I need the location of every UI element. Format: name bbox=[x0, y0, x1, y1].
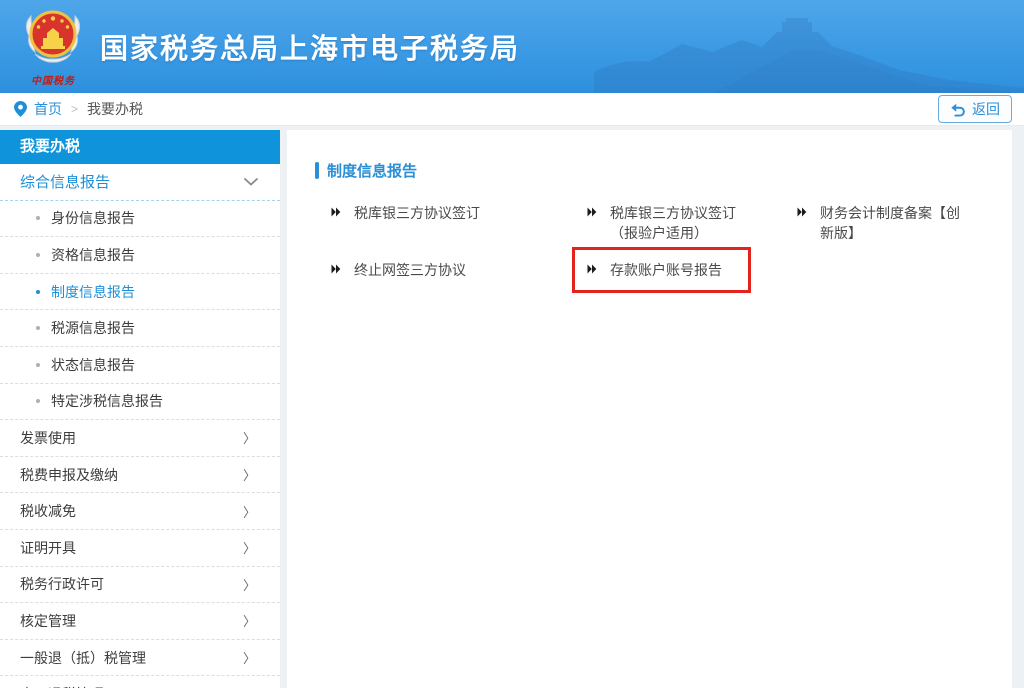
sidebar-title: 我要办税 bbox=[0, 130, 280, 164]
sidebar-item-specific-tax-info-report[interactable]: 特定涉税信息报告 bbox=[0, 384, 280, 421]
sidebar-item-system-info-report[interactable]: 制度信息报告 bbox=[0, 274, 280, 311]
great-wall-decoration bbox=[594, 0, 1024, 93]
sidebar-item-label: 税务行政许可 bbox=[20, 574, 104, 594]
logo-caption: 中国税务 bbox=[18, 72, 88, 87]
double-right-arrow-icon bbox=[331, 264, 341, 274]
double-right-arrow-icon bbox=[797, 207, 807, 217]
chevron-right-icon: 〉 bbox=[243, 538, 256, 557]
sidebar-item-label: 一般退（抵）税管理 bbox=[20, 648, 146, 668]
tax-bureau-logo: 中国税务 bbox=[18, 6, 88, 87]
return-arrow-icon bbox=[950, 102, 966, 117]
breadcrumb: 首页 > 我要办税 返回 bbox=[0, 93, 1024, 126]
sidebar-group-label: 综合信息报告 bbox=[20, 171, 110, 192]
site-title: 国家税务总局上海市电子税务局 bbox=[100, 27, 520, 67]
breadcrumb-home-link[interactable]: 首页 bbox=[34, 99, 62, 119]
breadcrumb-separator: > bbox=[71, 102, 78, 116]
content-link-tripartite-agreement-signing[interactable]: 税库银三方协议签订 bbox=[316, 190, 495, 236]
content-link-label: 财务会计制度备案【创新版】 bbox=[820, 203, 967, 243]
sidebar-item-tax-source-info-report[interactable]: 税源信息报告 bbox=[0, 310, 280, 347]
back-button[interactable]: 返回 bbox=[938, 95, 1012, 123]
sidebar-item-export-tax-refund-management[interactable]: 出口退税管理 〉 bbox=[0, 676, 280, 688]
sidebar-item-status-info-report[interactable]: 状态信息报告 bbox=[0, 347, 280, 384]
chevron-down-icon bbox=[244, 178, 258, 186]
content-link-label: 税库银三方协议签订（报验户适用） bbox=[610, 203, 757, 243]
content-link-deposit-account-report[interactable]: 存款账户账号报告 bbox=[572, 247, 751, 293]
double-right-arrow-icon bbox=[587, 207, 597, 217]
content-link-label: 存款账户账号报告 bbox=[610, 260, 722, 280]
sidebar-group-comprehensive-info-report[interactable]: 综合信息报告 bbox=[0, 164, 280, 201]
section-accent-bar bbox=[315, 162, 319, 179]
chevron-right-icon: 〉 bbox=[243, 465, 256, 484]
sidebar-item-label: 身份信息报告 bbox=[51, 208, 135, 228]
location-pin-icon bbox=[14, 101, 27, 117]
double-right-arrow-icon bbox=[587, 264, 597, 274]
sidebar-item-identity-info-report[interactable]: 身份信息报告 bbox=[0, 201, 280, 238]
content-link-label: 终止网签三方协议 bbox=[354, 260, 466, 280]
sidebar-item-label: 税费申报及缴纳 bbox=[20, 465, 118, 485]
bullet-dot-icon bbox=[36, 216, 40, 220]
sidebar-item-label: 发票使用 bbox=[20, 428, 76, 448]
breadcrumb-current: 我要办税 bbox=[87, 99, 143, 119]
bullet-dot-icon bbox=[36, 253, 40, 257]
sidebar-item-label: 核定管理 bbox=[20, 611, 76, 631]
section-header: 制度信息报告 bbox=[315, 160, 1012, 181]
china-tax-emblem-icon bbox=[21, 6, 85, 66]
sidebar-item-label: 出口退税管理 bbox=[20, 684, 104, 688]
content-panel: 制度信息报告 税库银三方协议签订 税库银三方协议签订（报验户适用） 财务会计制度… bbox=[287, 130, 1012, 688]
sidebar-item-label: 制度信息报告 bbox=[51, 282, 135, 302]
back-button-label: 返回 bbox=[972, 99, 1000, 119]
sidebar-item-label: 特定涉税信息报告 bbox=[51, 391, 163, 411]
links-grid: 税库银三方协议签订 税库银三方协议签订（报验户适用） 财务会计制度备案【创新版】… bbox=[331, 203, 1012, 280]
content-link-terminate-online-tripartite-agreement[interactable]: 终止网签三方协议 bbox=[316, 247, 481, 293]
content-link-accounting-system-filing[interactable]: 财务会计制度备案【创新版】 bbox=[782, 190, 982, 256]
chevron-right-icon: 〉 bbox=[243, 428, 256, 447]
section-title: 制度信息报告 bbox=[327, 160, 417, 181]
sidebar-item-label: 税收减免 bbox=[20, 501, 76, 521]
bullet-dot-icon bbox=[36, 326, 40, 330]
sidebar-item-general-tax-refund-management[interactable]: 一般退（抵）税管理 〉 bbox=[0, 640, 280, 677]
chevron-right-icon: 〉 bbox=[243, 685, 256, 688]
content-link-label: 税库银三方协议签订 bbox=[354, 203, 480, 223]
sidebar-nav: 我要办税 综合信息报告 身份信息报告 资格信息报告 制度信息报告 税源信息报告 … bbox=[0, 130, 280, 688]
bullet-dot-icon bbox=[36, 290, 40, 294]
sidebar-item-tax-administrative-license[interactable]: 税务行政许可 〉 bbox=[0, 567, 280, 604]
bullet-dot-icon bbox=[36, 399, 40, 403]
site-header: 中国税务 国家税务总局上海市电子税务局 bbox=[0, 0, 1024, 93]
chevron-right-icon: 〉 bbox=[243, 611, 256, 630]
sidebar-item-tax-reduction[interactable]: 税收减免 〉 bbox=[0, 493, 280, 530]
sidebar-item-label: 证明开具 bbox=[20, 538, 76, 558]
sidebar-item-tax-declaration-payment[interactable]: 税费申报及缴纳 〉 bbox=[0, 457, 280, 494]
chevron-right-icon: 〉 bbox=[243, 575, 256, 594]
sidebar-item-invoice-use[interactable]: 发票使用 〉 bbox=[0, 420, 280, 457]
sidebar-item-qualification-info-report[interactable]: 资格信息报告 bbox=[0, 237, 280, 274]
sidebar-item-certificate-issuance[interactable]: 证明开具 〉 bbox=[0, 530, 280, 567]
sidebar-item-label: 状态信息报告 bbox=[51, 355, 135, 375]
chevron-right-icon: 〉 bbox=[243, 648, 256, 667]
bullet-dot-icon bbox=[36, 363, 40, 367]
sidebar-item-assessment-management[interactable]: 核定管理 〉 bbox=[0, 603, 280, 640]
sidebar-item-label: 税源信息报告 bbox=[51, 318, 135, 338]
sidebar-item-label: 资格信息报告 bbox=[51, 245, 135, 265]
chevron-right-icon: 〉 bbox=[243, 502, 256, 521]
double-right-arrow-icon bbox=[331, 207, 341, 217]
